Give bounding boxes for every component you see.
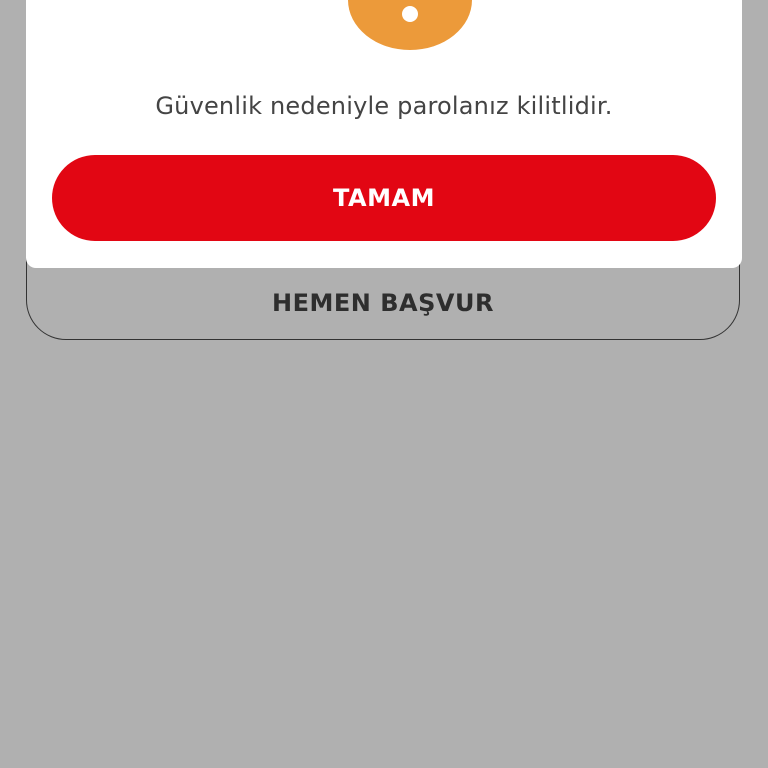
apply-now-label: HEMEN BAŞVUR	[272, 289, 494, 317]
screen: { "dialog": { "icon": "alert-icon", "mes…	[0, 0, 768, 768]
dialog-message: Güvenlik nedeniyle parolanız kilitlidir.	[155, 92, 613, 120]
alert-icon	[348, 0, 472, 50]
alert-dialog: Güvenlik nedeniyle parolanız kilitlidir.…	[26, 0, 742, 268]
ok-button[interactable]: TAMAM	[52, 155, 716, 241]
alert-icon-dot	[402, 6, 418, 22]
